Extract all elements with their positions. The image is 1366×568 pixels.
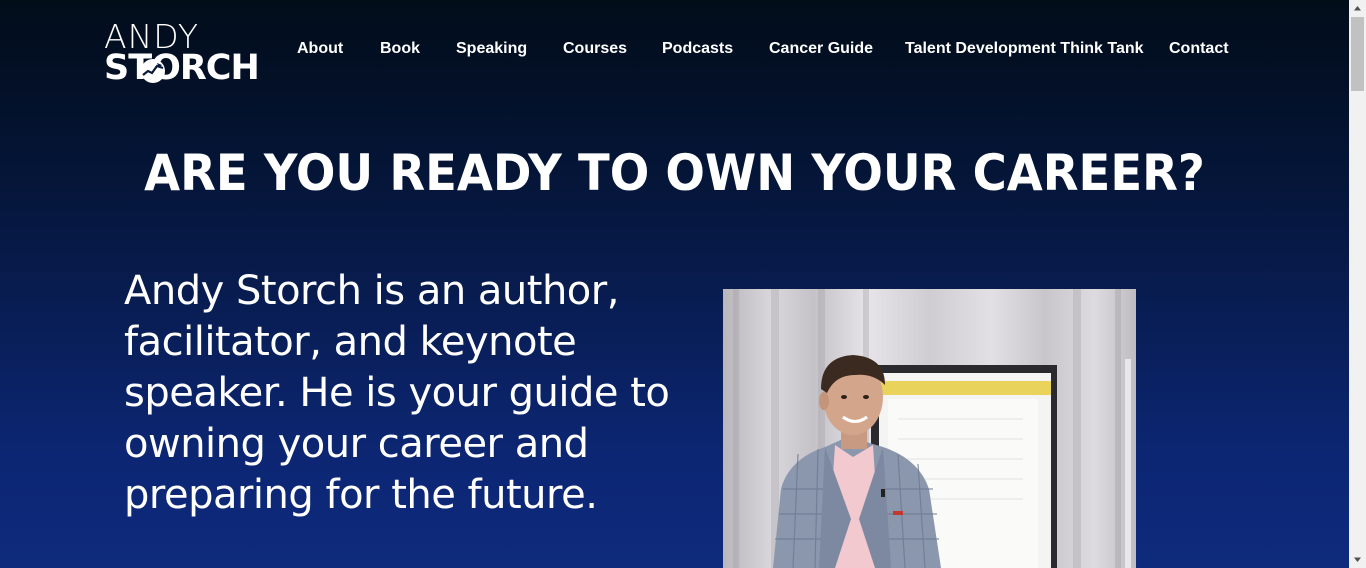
nav-cancer-guide[interactable]: Cancer Guide <box>769 38 873 60</box>
site-logo[interactable]: ANDY STORCH <box>104 20 260 87</box>
hero-headline: ARE YOU READY TO OWN YOUR CAREER? <box>144 144 1205 202</box>
nav-book[interactable]: Book <box>380 38 420 60</box>
scrollbar-thumb[interactable] <box>1351 17 1364 91</box>
nav-speaking[interactable]: Speaking <box>456 38 527 60</box>
nav-courses[interactable]: Courses <box>563 38 627 60</box>
scroll-up-arrow-icon[interactable] <box>1349 0 1366 17</box>
logo-chart-icon <box>141 59 165 83</box>
hero-intro-text: Andy Storch is an author, facilitator, a… <box>124 268 670 518</box>
nav-contact[interactable]: Contact <box>1169 38 1229 60</box>
speaker-photo-illustration <box>733 289 1131 568</box>
scroll-down-arrow-icon[interactable] <box>1349 551 1366 568</box>
nav-podcasts[interactable]: Podcasts <box>662 38 733 60</box>
vertical-scrollbar[interactable] <box>1349 0 1366 568</box>
logo-line-2: STORCH <box>104 48 260 88</box>
page: ANDY STORCH About Book Speaking Courses … <box>0 0 1349 568</box>
nav-talent-development-think-tank[interactable]: Talent Development Think Tank <box>905 38 1144 60</box>
nav-about[interactable]: About <box>297 38 343 60</box>
speaker-photo <box>723 289 1136 568</box>
